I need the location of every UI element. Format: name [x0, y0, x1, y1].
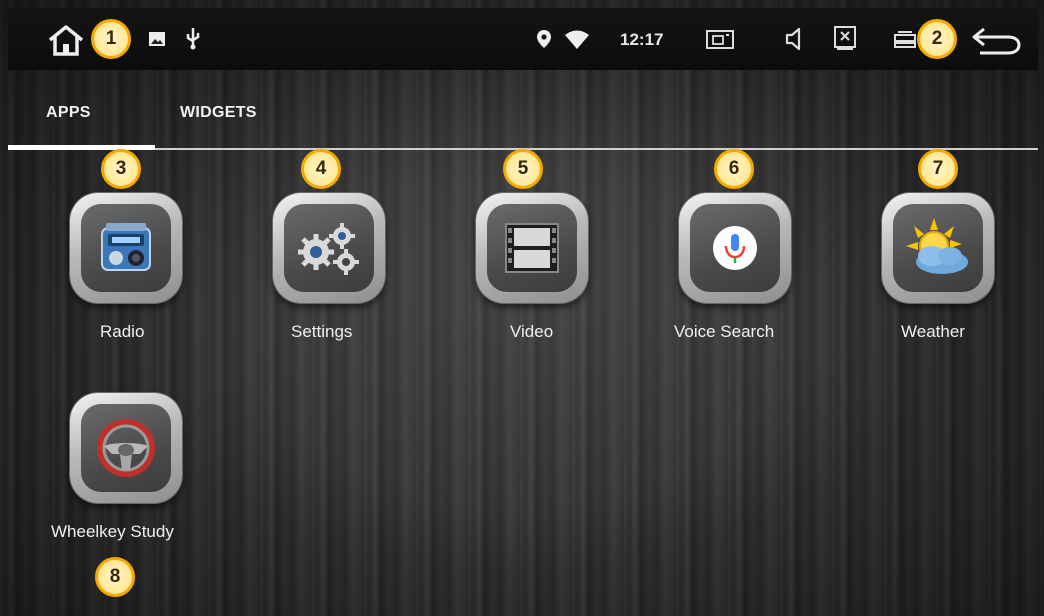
radio-app-tile	[81, 204, 171, 292]
home-button[interactable]	[44, 20, 88, 60]
launcher-screen: 12:17 1 2 APPS WIDGETS 3 Radio 4 Setting…	[0, 0, 1044, 616]
settings-app-tile	[284, 204, 374, 292]
callout-badge-settings: 4	[301, 149, 341, 189]
location-pin-icon	[537, 30, 551, 48]
sun-cloud-icon	[906, 218, 968, 274]
callout-badge-back: 2	[917, 19, 957, 59]
active-tab-indicator	[8, 145, 155, 150]
back-arrow-icon	[972, 27, 1021, 55]
video-app-label: Video	[510, 322, 554, 341]
wheelkey-study-app-tile	[81, 404, 171, 492]
callout-badge-voice-search: 6	[714, 149, 754, 189]
usb-notification	[180, 24, 206, 52]
usb-icon	[186, 28, 200, 50]
callout-badge-radio: 3	[101, 149, 141, 189]
recent-apps-icon	[894, 31, 916, 48]
radio-app-button[interactable]	[70, 193, 182, 303]
weather-app-tile	[893, 204, 983, 292]
voice-search-app-button[interactable]	[679, 193, 791, 303]
volume-button[interactable]	[780, 24, 808, 54]
wifi-indicator	[562, 28, 592, 52]
wheelkey-study-app-label: Wheelkey Study	[51, 522, 174, 541]
wifi-icon	[565, 30, 589, 49]
screenshot-button[interactable]	[702, 24, 738, 54]
close-app-button[interactable]	[830, 22, 860, 54]
callout-badge-home: 1	[91, 19, 131, 59]
weather-app-label: Weather	[901, 322, 965, 341]
home-icon	[48, 25, 84, 56]
steering-wheel-icon	[97, 419, 155, 477]
callout-badge-wheelkey-study: 8	[95, 557, 135, 597]
callout-badge-weather: 7	[918, 149, 958, 189]
status-clock: 12:17	[620, 30, 664, 49]
film-icon	[505, 223, 559, 273]
radio-icon	[101, 223, 151, 271]
weather-app-button[interactable]	[882, 193, 994, 303]
gears-icon	[298, 223, 359, 275]
voice-search-app-label: Voice Search	[674, 322, 775, 341]
location-indicator	[534, 26, 554, 52]
video-app-tile	[487, 204, 577, 292]
radio-app-label: Radio	[100, 322, 145, 341]
wheelkey-study-app-button[interactable]	[70, 393, 182, 503]
settings-app-label: Settings	[291, 322, 353, 341]
voice-search-app-tile	[690, 204, 780, 292]
image-icon	[149, 32, 165, 46]
settings-app-button[interactable]	[273, 193, 385, 303]
speaker-icon	[785, 27, 801, 51]
microphone-icon	[713, 226, 757, 270]
recent-apps-button[interactable]	[890, 26, 920, 52]
back-button[interactable]	[968, 22, 1024, 58]
video-app-button[interactable]	[476, 193, 588, 303]
tab-apps[interactable]: APPS	[46, 104, 91, 122]
close-window-icon	[834, 26, 856, 50]
tab-widgets[interactable]: WIDGETS	[180, 104, 257, 122]
image-notification	[146, 28, 168, 50]
screenshot-icon	[706, 30, 734, 49]
callout-badge-video: 5	[503, 149, 543, 189]
